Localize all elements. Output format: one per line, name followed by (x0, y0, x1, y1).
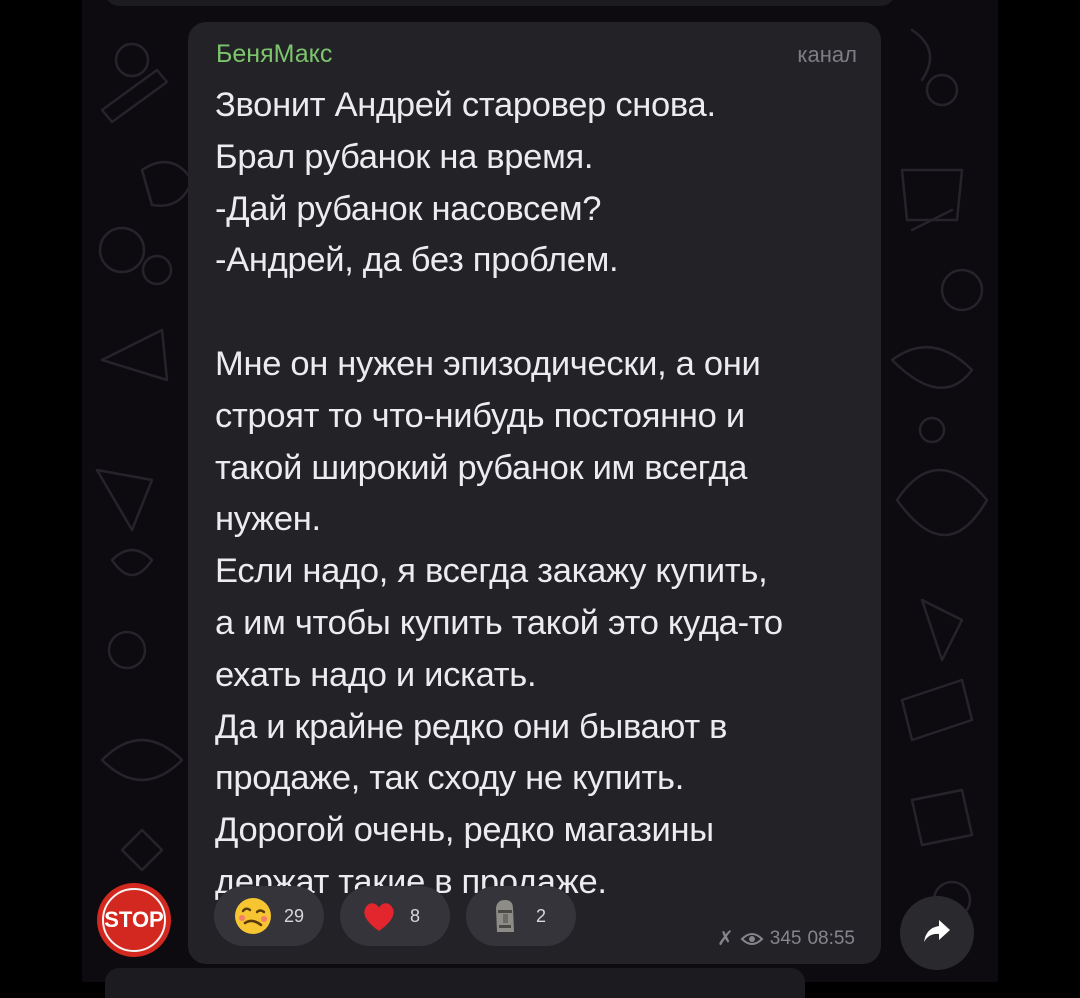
channel-avatar[interactable]: STOP (97, 883, 171, 957)
message-line: нужен. (215, 500, 321, 539)
reaction-heart[interactable]: 8 (340, 886, 450, 946)
message-line: такой широкий рубанок им всегда (215, 448, 748, 487)
message-line (215, 287, 865, 339)
avatar-label: STOP (104, 907, 164, 932)
message-line: Брал рубанок на время. (215, 137, 594, 176)
message-line: строят то что-нибудь постоянно и (215, 396, 745, 435)
next-message-bubble (105, 968, 805, 998)
previous-message-bubble (105, 0, 895, 6)
message-time: 08:55 (807, 927, 855, 949)
eye-icon (740, 931, 764, 947)
message-line: а им чтобы купить такой это куда-то (215, 603, 783, 642)
reactions-bar: 29 8 2 (214, 886, 576, 946)
reaction-woozy[interactable]: 29 (214, 886, 324, 946)
message-line: Дорогой очень, редко магазины (215, 811, 714, 850)
message-meta: ✗ 345 08:55 (717, 926, 855, 951)
views-count: 345 (769, 927, 802, 949)
message-text: Звонит Андрей старовер снова. Брал рубано… (215, 80, 865, 909)
moai-icon (482, 893, 528, 939)
message-line: -Андрей, да без проблем. (215, 241, 619, 280)
message-line: Если надо, я всегда закажу купить, (215, 552, 768, 591)
channel-badge: канал (797, 42, 857, 67)
woozy-face-icon (230, 893, 276, 939)
reaction-moai[interactable]: 2 (466, 886, 576, 946)
sender-name[interactable]: БеняМакс (216, 40, 332, 69)
reaction-count: 2 (536, 905, 547, 926)
heart-icon (356, 893, 402, 939)
message-line: -Дай рубанок насовсем? (215, 189, 602, 228)
message-line: Мне он нужен эпизодически, а они (215, 344, 761, 383)
reaction-count: 29 (284, 905, 305, 926)
message-line: Звонит Андрей старовер снова. (215, 86, 716, 124)
message-line: Да и крайне редко они бывают в (215, 707, 728, 746)
message-bubble[interactable]: БеняМакс канал Звонит Андрей старовер сн… (188, 22, 881, 964)
pin-icon: ✗ (716, 928, 734, 950)
reaction-count: 8 (410, 905, 421, 926)
message-line: ехать надо и искать. (215, 655, 537, 694)
message-line: продаже, так сходу не купить. (215, 759, 685, 798)
share-button[interactable] (900, 896, 974, 970)
share-arrow-icon (922, 917, 952, 950)
